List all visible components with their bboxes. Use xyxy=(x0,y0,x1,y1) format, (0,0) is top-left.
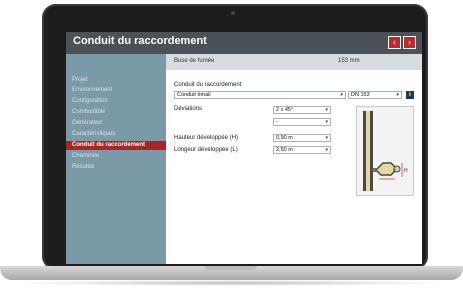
diameter-select[interactable]: DN 153 ▾ xyxy=(348,91,402,99)
height-label: Hauteur développée (H) xyxy=(174,135,239,141)
chevron-down-icon: ▾ xyxy=(340,92,343,98)
sidebar-item-generateur[interactable]: Générateur xyxy=(72,120,102,126)
sidebar-item-cheminee[interactable]: Cheminée xyxy=(72,153,99,159)
chevron-down-icon: ▾ xyxy=(396,92,399,98)
sidebar-item-environnement[interactable]: Environnement xyxy=(72,87,112,93)
laptop-shadow xyxy=(10,280,453,286)
length-select[interactable]: 2,50 m ▾ xyxy=(273,146,331,154)
laptop-notch xyxy=(205,266,257,270)
conduit-type-select[interactable]: Conduit émail ▾ xyxy=(174,91,346,99)
summary-strip: Buse de fumée 153 mm xyxy=(166,54,422,70)
main-content: Conduit du raccordement Conduit émail ▾ D… xyxy=(166,70,422,264)
sidebar-item-resultat[interactable]: Résultat xyxy=(72,164,94,170)
diagram-label-l: L xyxy=(393,168,396,174)
sidebar-item-configuration[interactable]: Configuration xyxy=(72,98,108,104)
connection-diagram-graphic: L H xyxy=(363,111,408,191)
next-button[interactable]: › xyxy=(403,36,416,49)
chevron-left-icon: ‹ xyxy=(393,37,396,47)
chevron-down-icon: ▾ xyxy=(325,119,328,125)
app-screen: Conduit du raccordement ‹ › Projet Envir… xyxy=(66,32,422,264)
camera-icon xyxy=(231,11,235,15)
diagram-label-h: H xyxy=(404,168,408,174)
sidebar-item-conduit-du-raccordement[interactable]: Conduit du raccordement xyxy=(66,141,166,150)
length-label: Longeur développée (L) xyxy=(174,147,238,153)
chevron-right-icon: › xyxy=(408,37,411,47)
app-header: Conduit du raccordement ‹ › xyxy=(66,32,422,54)
prev-button[interactable]: ‹ xyxy=(388,36,401,49)
sidebar-item-label: Conduit du raccordement xyxy=(72,142,146,148)
deviations-select-2[interactable]: - ▾ xyxy=(273,118,331,126)
chevron-down-icon: ▾ xyxy=(325,147,328,153)
deviations-select-1[interactable]: 2 x 45° ▾ xyxy=(273,106,331,114)
section-label: Conduit du raccordement xyxy=(174,82,242,88)
info-icon[interactable]: i xyxy=(406,91,414,99)
sidebar-item-combustible[interactable]: Combustible xyxy=(72,109,105,115)
page-title: Conduit du raccordement xyxy=(73,35,207,47)
chimney-diagram: L H xyxy=(356,106,414,196)
sidebar-item-projet[interactable]: Projet xyxy=(72,77,88,83)
chevron-down-icon: ▾ xyxy=(325,107,328,113)
sidebar: Projet Environnement Configuration Combu… xyxy=(66,54,166,264)
summary-value: 153 mm xyxy=(338,58,360,64)
height-select[interactable]: 0,90 m ▾ xyxy=(273,134,331,142)
chevron-down-icon: ▾ xyxy=(325,135,328,141)
sidebar-item-caracteristiques[interactable]: Caractéristiques xyxy=(72,131,115,137)
summary-label: Buse de fumée xyxy=(174,58,215,64)
deviations-label: Déviations xyxy=(174,106,203,112)
